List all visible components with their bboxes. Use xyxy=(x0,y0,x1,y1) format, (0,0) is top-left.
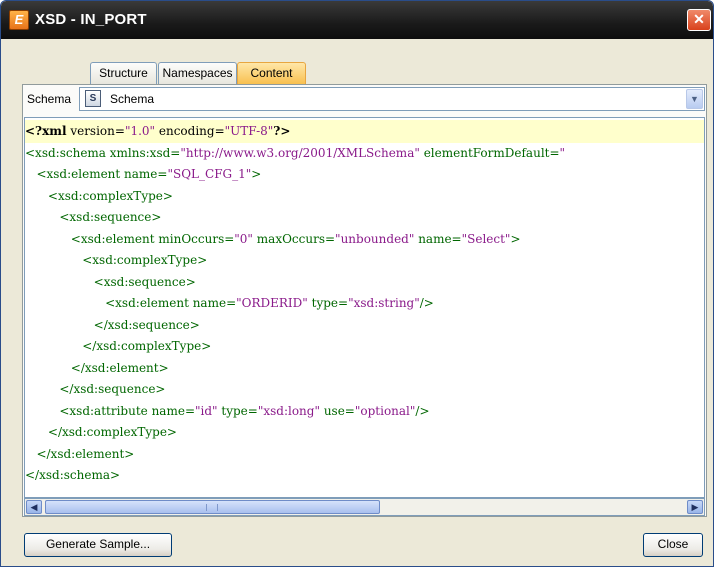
window-close-button[interactable]: ✕ xyxy=(687,9,711,31)
code-line: <xsd:complexType> xyxy=(47,188,173,203)
code-line: <xsd:complexType> xyxy=(82,253,208,267)
schema-dropdown[interactable]: S Schema ▼ xyxy=(79,87,705,111)
code-line: </xsd:sequence> xyxy=(59,382,166,396)
code-line: </xsd:sequence> xyxy=(93,317,200,332)
code-line: </xsd:complexType> xyxy=(47,425,177,439)
tab-structure[interactable]: Structure xyxy=(90,62,157,84)
code-line: </xsd:schema> xyxy=(25,468,121,482)
horizontal-scrollbar[interactable]: ◀ ▶ xyxy=(24,498,705,516)
tab-namespaces[interactable]: Namespaces xyxy=(158,62,237,84)
close-button[interactable]: Close xyxy=(643,533,703,557)
code-line: <xsd:sequence> xyxy=(93,274,196,289)
window-title: XSD - IN_PORT xyxy=(35,11,147,28)
schema-label: Schema xyxy=(27,92,72,106)
code-line: </xsd:complexType> xyxy=(82,339,212,353)
close-icon: ✕ xyxy=(693,11,705,27)
schema-selector-row: Schema S Schema ▼ xyxy=(24,87,705,113)
code-line: <xsd:element minOccurs="0" maxOccurs="un… xyxy=(70,231,521,246)
app-logo-icon: E xyxy=(9,10,29,30)
scrollbar-thumb[interactable] xyxy=(45,500,380,514)
code-line: <xsd:element name="ORDERID" type="xsd:st… xyxy=(105,296,434,310)
xsd-dialog-window: E XSD - IN_PORT ✕ Structure Namespaces C… xyxy=(0,0,714,567)
schema-dropdown-value: Schema xyxy=(110,92,155,106)
code-line: <?xml version="1.0" encoding="UTF-8"?> xyxy=(25,124,291,138)
scroll-right-icon[interactable]: ▶ xyxy=(687,500,703,514)
code-line: </xsd:element> xyxy=(70,360,169,375)
chevron-down-icon[interactable]: ▼ xyxy=(686,89,703,109)
code-line: <xsd:attribute name="id" type="xsd:long"… xyxy=(59,403,430,418)
xml-content-editor[interactable]: <?xml version="1.0" encoding="UTF-8"?> <x… xyxy=(24,117,705,498)
tab-content[interactable]: Content xyxy=(237,62,306,84)
generate-sample-button[interactable]: Generate Sample... xyxy=(24,533,172,557)
code-line: <xsd:sequence> xyxy=(59,210,162,224)
title-bar[interactable]: E XSD - IN_PORT ✕ xyxy=(1,1,713,39)
scroll-left-icon[interactable]: ◀ xyxy=(26,500,42,514)
code-line: <xsd:schema xmlns:xsd="http://www.w3.org… xyxy=(25,145,566,160)
schema-icon: S xyxy=(85,90,101,107)
code-line: </xsd:element> xyxy=(36,446,135,461)
code-line: <xsd:element name="SQL_CFG_1"> xyxy=(36,167,262,181)
